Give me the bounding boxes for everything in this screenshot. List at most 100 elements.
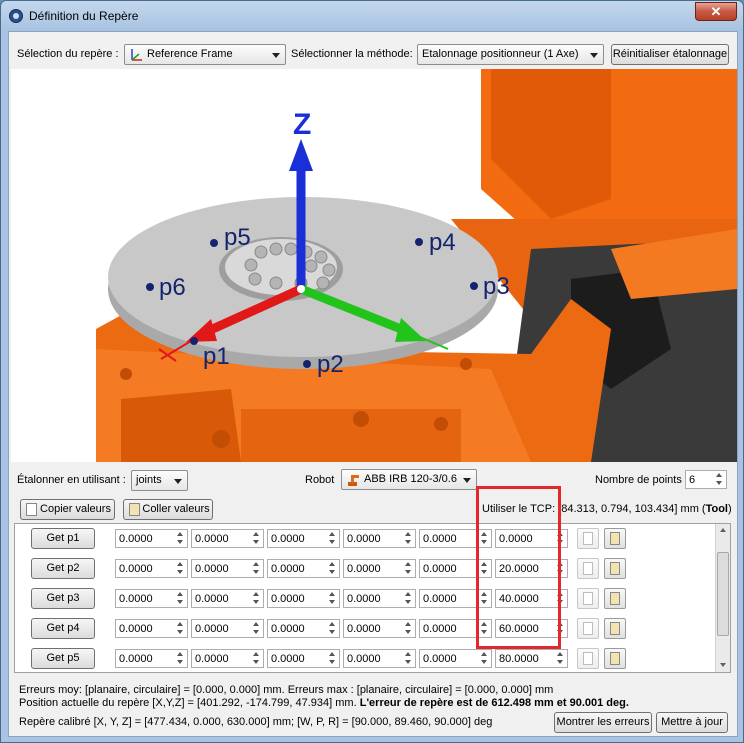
spin-arrows-icon[interactable] xyxy=(175,621,186,636)
get-point-button[interactable]: Get p4 xyxy=(31,618,95,639)
spin-arrows-icon[interactable] xyxy=(327,621,338,636)
joint-value-spinbox[interactable]: 0.0000 xyxy=(343,649,416,668)
3d-viewport[interactable]: Z p1 p2 p3 p4 p5 p6 xyxy=(11,69,737,462)
title-bar[interactable]: Définition du Repère ✕ xyxy=(1,1,743,31)
joint-value: 0.0000 xyxy=(271,623,305,635)
joint-value: 0.0000 xyxy=(271,653,305,665)
joint-value-spinbox[interactable]: 0.0000 xyxy=(191,529,264,548)
dialog-body: Sélection du repère : Reference Frame Sé… xyxy=(8,31,738,737)
copy-row-button[interactable] xyxy=(577,618,599,639)
scroll-down-icon[interactable] xyxy=(720,663,726,667)
joint-value-spinbox[interactable]: 0.0000 xyxy=(343,589,416,608)
copy-values-button[interactable]: Copier valeurs xyxy=(20,499,115,520)
robot-select[interactable]: ABB IRB 120-3/0.6 xyxy=(341,469,477,490)
copy-row-button[interactable] xyxy=(577,528,599,549)
joint-value-spinbox[interactable]: 0.0000 xyxy=(267,589,340,608)
copy-row-button[interactable] xyxy=(577,648,599,669)
table-scrollbar[interactable] xyxy=(715,524,730,672)
joint-value-spinbox[interactable]: 0.0000 xyxy=(115,559,188,578)
joint-value-spinbox[interactable]: 0.0000 xyxy=(191,559,264,578)
joint-value-spinbox[interactable]: 0.0000 xyxy=(343,529,416,548)
paste-row-button[interactable] xyxy=(604,588,626,609)
robot-scene[interactable]: Z p1 p2 p3 p4 p5 p6 xyxy=(11,69,737,462)
joint-value: 0.0000 xyxy=(271,533,305,545)
spin-arrows-icon[interactable] xyxy=(327,561,338,576)
scroll-thumb[interactable] xyxy=(717,552,729,636)
spin-arrows-icon[interactable] xyxy=(403,621,414,636)
spin-arrows-icon[interactable] xyxy=(251,561,262,576)
joint-value-spinbox[interactable]: 0.0000 xyxy=(267,529,340,548)
copy-row-button[interactable] xyxy=(577,588,599,609)
joint-value-spinbox[interactable]: 0.0000 xyxy=(115,529,188,548)
point-p1-label: p1 xyxy=(203,343,230,370)
points-table[interactable]: Get p1 0.0000 0.0000 0.0000 0.0000 0.0000 0.00… xyxy=(14,523,731,673)
spin-arrows-icon[interactable] xyxy=(251,621,262,636)
method-select[interactable]: Etalonnage positionneur (1 Axe) xyxy=(417,44,604,65)
spin-arrows-icon[interactable] xyxy=(327,531,338,546)
joint-value-spinbox[interactable]: 0.0000 xyxy=(343,619,416,638)
joint-value-spinbox[interactable]: 0.0000 xyxy=(115,619,188,638)
joint-value-spinbox[interactable]: 0.0000 xyxy=(191,589,264,608)
spin-arrows-icon[interactable] xyxy=(251,531,262,546)
spin-arrows-icon[interactable] xyxy=(403,561,414,576)
num-points-label: Nombre de points xyxy=(595,474,682,486)
spin-arrows-icon[interactable] xyxy=(175,651,186,666)
joint-value-spinbox[interactable]: 0.0000 xyxy=(267,649,340,668)
spin-arrows-icon[interactable] xyxy=(403,531,414,546)
spin-arrows-icon[interactable] xyxy=(175,561,186,576)
paste-icon xyxy=(610,532,620,545)
copy-row-button[interactable] xyxy=(577,558,599,579)
joint-value-spinbox[interactable]: 0.0000 xyxy=(115,589,188,608)
spin-arrows-icon[interactable] xyxy=(479,651,490,666)
paste-row-button[interactable] xyxy=(604,528,626,549)
joint-value-spinbox[interactable]: 0.0000 xyxy=(267,559,340,578)
highlight-box xyxy=(476,486,561,649)
spin-arrows-icon[interactable] xyxy=(175,591,186,606)
joint-value-spinbox[interactable]: 0.0000 xyxy=(419,649,492,668)
close-button[interactable]: ✕ xyxy=(695,2,737,21)
update-button[interactable]: Mettre à jour xyxy=(656,712,728,733)
joint-value-spinbox[interactable]: 0.0000 xyxy=(191,649,264,668)
joint-value: 0.0000 xyxy=(423,653,457,665)
get-point-button[interactable]: Get p5 xyxy=(31,648,95,669)
frame-select-value: Reference Frame xyxy=(147,48,233,60)
joint-value: 0.0000 xyxy=(195,563,229,575)
spin-arrows-icon[interactable] xyxy=(327,651,338,666)
joint-value: 0.0000 xyxy=(423,563,457,575)
get-point-button[interactable]: Get p3 xyxy=(31,588,95,609)
spin-arrows-icon[interactable] xyxy=(555,651,566,666)
paste-row-button[interactable] xyxy=(604,558,626,579)
spin-arrows-icon[interactable] xyxy=(327,591,338,606)
chevron-down-icon xyxy=(463,478,471,483)
joint-value-spinbox[interactable]: 0.0000 xyxy=(343,559,416,578)
paste-row-button[interactable] xyxy=(604,618,626,639)
spin-arrows-icon[interactable] xyxy=(251,591,262,606)
spin-arrows-icon[interactable] xyxy=(175,531,186,546)
point-p3-label: p3 xyxy=(483,273,510,300)
frame-select[interactable]: Reference Frame xyxy=(124,44,286,65)
spin-arrows-icon[interactable] xyxy=(403,651,414,666)
spin-arrows-icon[interactable] xyxy=(714,472,725,487)
calibrate-using-select[interactable]: joints xyxy=(131,470,188,491)
paste-row-button[interactable] xyxy=(604,648,626,669)
frame-icon xyxy=(131,49,142,61)
num-points-spinbox[interactable]: 6 xyxy=(685,470,727,489)
joint-value: 0.0000 xyxy=(347,563,381,575)
joint-value: 0.0000 xyxy=(347,593,381,605)
spin-arrows-icon[interactable] xyxy=(251,651,262,666)
reset-calibration-button[interactable]: Réinitialiser étalonnage xyxy=(611,44,729,65)
joint-value-spinbox[interactable]: 80.0000 xyxy=(495,649,568,668)
table-row: Get p1 0.0000 0.0000 0.0000 0.0000 0.0000 0.00… xyxy=(15,524,715,554)
joint-value: 0.0000 xyxy=(195,653,229,665)
scroll-up-icon[interactable] xyxy=(720,528,726,532)
show-errors-button[interactable]: Montrer les erreurs xyxy=(554,712,652,733)
robot-icon xyxy=(348,475,359,486)
joint-value-spinbox[interactable]: 0.0000 xyxy=(267,619,340,638)
joint-value-spinbox[interactable]: 0.0000 xyxy=(191,619,264,638)
get-point-button[interactable]: Get p1 xyxy=(31,528,95,549)
calibrated-frame: Repère calibré [X, Y, Z] = [477.434, 0.0… xyxy=(19,716,493,728)
get-point-button[interactable]: Get p2 xyxy=(31,558,95,579)
joint-value-spinbox[interactable]: 0.0000 xyxy=(115,649,188,668)
paste-values-button[interactable]: Coller valeurs xyxy=(123,499,213,520)
spin-arrows-icon[interactable] xyxy=(403,591,414,606)
